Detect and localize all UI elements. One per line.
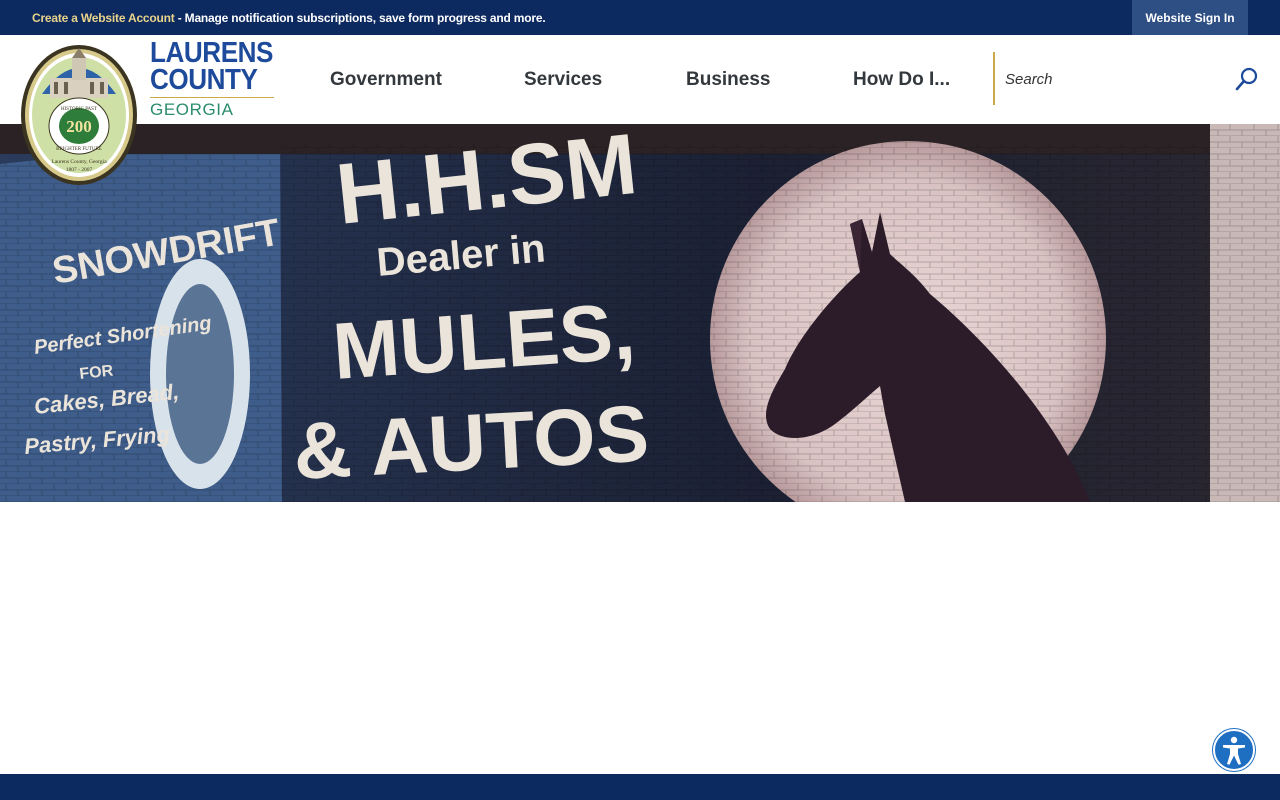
notification-bar: Create a Website Account - Manage notifi…	[0, 0, 1280, 35]
seal-years: 1807 - 2007	[66, 167, 93, 173]
county-seal-logo[interactable]: 200 HISTORIC PAST BRIGHTER FUTURE Lauren…	[20, 44, 138, 186]
nav-item-services[interactable]: Services	[524, 35, 602, 124]
brand-divider	[150, 97, 274, 98]
seal-caption: Laurens County, Georgia	[51, 159, 107, 165]
mural-image: SNOWDRIFT Perfect Shortening FOR Cakes, …	[0, 124, 1280, 502]
county-wordmark[interactable]: LAURENS COUNTY GEORGIA	[150, 37, 287, 120]
search-input[interactable]	[1005, 66, 1215, 92]
search-icon	[1235, 67, 1258, 91]
mural-autos-text: & AUTOS	[291, 388, 651, 495]
notification-text: - Manage notification subscriptions, sav…	[174, 11, 546, 25]
mural-left-line-2: FOR	[79, 362, 115, 382]
seal-ring-top: HISTORIC PAST	[61, 107, 97, 112]
nav-item-how-do-i[interactable]: How Do I...	[853, 35, 950, 124]
brand-line-laurens: LAURENS	[150, 37, 274, 69]
seal-200-text: 200	[66, 117, 92, 136]
accessibility-button[interactable]	[1213, 729, 1255, 771]
nav-item-business[interactable]: Business	[686, 35, 770, 124]
create-account-link[interactable]: Create a Website Account	[32, 11, 175, 25]
footer-strip	[0, 774, 1280, 800]
search-box	[993, 52, 1263, 105]
accessibility-icon	[1223, 736, 1245, 765]
hero-banner-image: SNOWDRIFT Perfect Shortening FOR Cakes, …	[0, 124, 1280, 502]
website-sign-in-button[interactable]: Website Sign In	[1132, 0, 1248, 35]
nav-item-government[interactable]: Government	[330, 35, 442, 124]
seal-ring-bottom: BRIGHTER FUTURE	[56, 147, 102, 152]
search-button[interactable]	[1233, 65, 1261, 93]
notification-message: Create a Website Account - Manage notifi…	[32, 11, 546, 25]
brand-line-georgia: GEORGIA	[150, 100, 234, 119]
brand-line-county: COUNTY	[150, 64, 258, 96]
seal-icon: 200 HISTORIC PAST BRIGHTER FUTURE Lauren…	[21, 45, 137, 185]
